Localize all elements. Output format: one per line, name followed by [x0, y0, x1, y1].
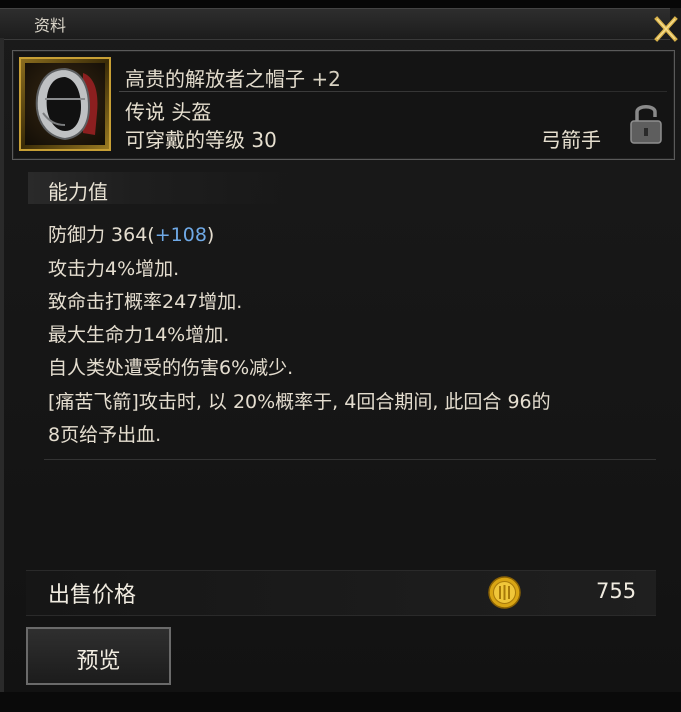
item-enhance-level: +2: [311, 67, 341, 91]
stat-defense: 防御力 364(+108): [48, 220, 214, 247]
hood-helmet-icon: [35, 67, 98, 141]
preview-button-label: 预览: [76, 649, 121, 674]
padlock-icon: [630, 105, 662, 144]
item-icon-slot: [25, 63, 105, 145]
window-title: 资料: [34, 16, 67, 35]
stat-line: 攻击力4%增加.: [48, 258, 180, 280]
stat-line: [痛苦飞箭]攻击时, 以 20%概率于, 4回合期间, 此回合 96的: [48, 391, 551, 413]
item-name-text: 高贵的解放者之帽子: [125, 67, 305, 91]
stat-defense-bonus: +108: [154, 224, 207, 246]
item-required-level: 可穿戴的等级 30: [125, 128, 277, 152]
item-divider: [119, 91, 667, 92]
item-name: 高贵的解放者之帽子 +2: [125, 63, 341, 92]
item-grade: 传说 头盔: [125, 100, 212, 124]
preview-button[interactable]: 预览: [26, 627, 171, 685]
sale-price-value: 755: [596, 579, 637, 603]
stat-line: 8页给予出血.: [48, 424, 162, 446]
sale-price-label: 出售价格: [48, 583, 137, 608]
stat-line: 最大生命力14%增加.: [48, 324, 230, 346]
item-header: 高贵的解放者之帽子 +2 传说 头盔 可穿戴的等级 30 弓箭手: [12, 50, 675, 160]
title-bar[interactable]: [0, 8, 670, 40]
stat-line: 自人类处遭受的伤害6%减少.: [48, 357, 294, 379]
stat-defense-label: 防御力 364(: [48, 224, 155, 246]
lock-toggle[interactable]: [629, 101, 663, 145]
window-top-edge: [0, 0, 681, 8]
item-info-window: 资料 高贵的解放者之帽子 +2 传说 头盔 可穿戴的等级 30 弓箭手 能力值 …: [0, 0, 681, 712]
stat-line: 致命击打概率247增加.: [48, 291, 243, 313]
close-button[interactable]: [651, 15, 681, 45]
bottom-strip: [0, 692, 681, 712]
stat-defense-close: ): [206, 224, 215, 246]
item-class: 弓箭手: [541, 128, 601, 152]
item-icon-frame[interactable]: [19, 57, 111, 151]
stats-divider: [44, 459, 656, 460]
window-left-edge: [0, 38, 4, 692]
stats-title: 能力值: [48, 180, 108, 204]
close-icon: [654, 16, 678, 42]
gold-coin-icon: [488, 576, 521, 609]
